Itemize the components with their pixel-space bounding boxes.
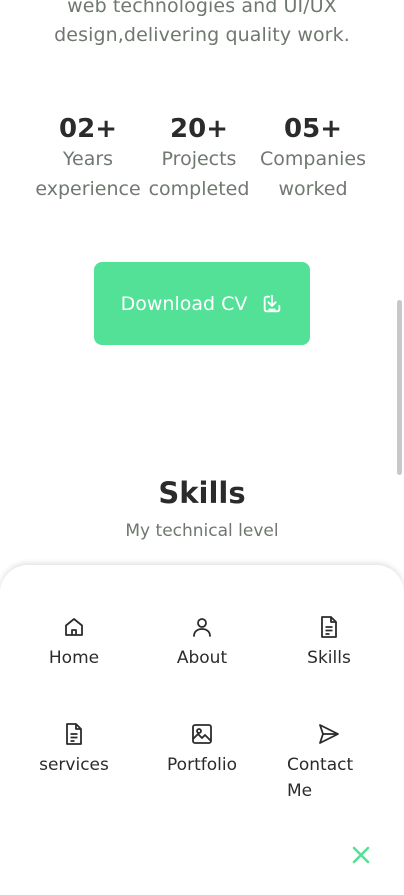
stat-label: Companies worked (253, 144, 373, 204)
intro-text: web technologies and UI/UX design,delive… (0, 0, 404, 50)
nav-item-label: Contact Me (274, 752, 384, 804)
stat-number: 02+ (59, 114, 117, 144)
image-icon (147, 722, 257, 746)
skills-subtitle: My technical level (125, 521, 279, 541)
nav-menu: Home About Skills services Portfolio Con… (0, 565, 404, 895)
file-icon (274, 615, 384, 639)
stat-label-line: Projects (161, 148, 237, 170)
nav-item-portfolio[interactable]: Portfolio (147, 722, 257, 778)
nav-item-contact[interactable]: Contact Me (274, 722, 384, 804)
file-icon (19, 722, 129, 746)
download-icon (261, 293, 283, 315)
nav-item-about[interactable]: About (147, 615, 257, 671)
skills-title: Skills (158, 476, 246, 510)
download-cv-button[interactable]: Download CV (94, 262, 310, 345)
scrollbar[interactable] (397, 300, 402, 475)
stat-years: 02+ Years experience (28, 110, 148, 204)
stat-number: 20+ (170, 114, 228, 144)
stat-label-line: completed (148, 178, 250, 200)
stat-label-line: experience (35, 178, 141, 200)
intro-line-1: web technologies and UI/UX (67, 0, 337, 17)
nav-item-services[interactable]: services (19, 722, 129, 778)
nav-item-label-line: Contact (287, 755, 354, 775)
nav-item-skills[interactable]: Skills (274, 615, 384, 671)
close-icon[interactable] (348, 842, 374, 868)
stat-label-line: Companies (259, 148, 366, 170)
download-cv-label: Download CV (120, 292, 248, 315)
intro-line-2: design,delivering quality work. (54, 24, 350, 46)
stat-label: Projects completed (139, 144, 259, 204)
stat-label: Years experience (28, 144, 148, 204)
nav-item-label: About (176, 648, 228, 668)
stat-companies: 05+ Companies worked (253, 110, 373, 204)
home-icon (19, 615, 129, 639)
nav-item-home[interactable]: Home (19, 615, 129, 671)
user-icon (147, 615, 257, 639)
stat-label-line: Years (62, 148, 114, 170)
nav-item-label-line: Me (287, 781, 313, 801)
nav-item-label: Skills (307, 648, 351, 668)
nav-item-label: services (39, 755, 109, 775)
stat-number: 05+ (284, 114, 342, 144)
stat-label-line: worked (278, 178, 348, 200)
nav-item-label: Home (48, 648, 100, 668)
send-icon (274, 722, 384, 746)
stats-row: 02+ Years experience 20+ Projects comple… (0, 110, 404, 220)
nav-item-label: Portfolio (167, 755, 237, 775)
stat-projects: 20+ Projects completed (139, 110, 259, 204)
